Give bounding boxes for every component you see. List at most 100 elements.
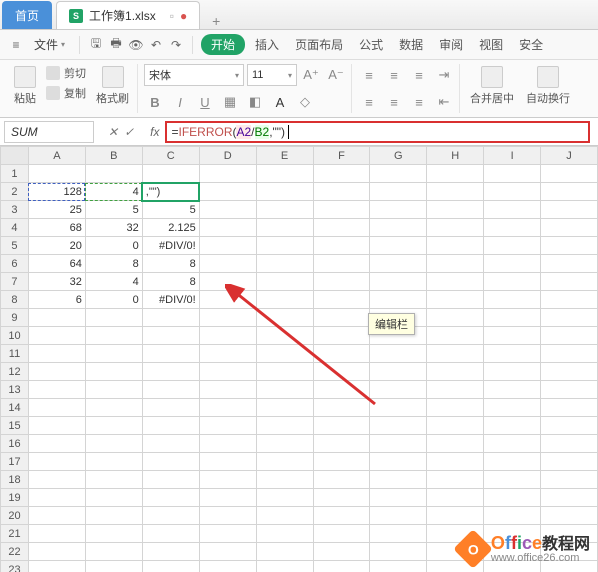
cell[interactable] (142, 345, 199, 363)
cell[interactable] (28, 471, 85, 489)
cell[interactable] (256, 201, 313, 219)
row-header[interactable]: 2 (1, 183, 29, 201)
cell[interactable] (541, 327, 598, 345)
cell[interactable] (256, 291, 313, 309)
cell[interactable] (28, 165, 85, 183)
cell[interactable] (85, 327, 142, 345)
cell[interactable]: 4 (85, 273, 142, 291)
cell[interactable] (313, 453, 370, 471)
row-header[interactable]: 8 (1, 291, 29, 309)
cell[interactable] (370, 471, 427, 489)
formula-input[interactable]: =IFERROR(A2/B2,"") (165, 121, 590, 143)
cell[interactable] (427, 453, 484, 471)
cell[interactable] (313, 381, 370, 399)
cell[interactable] (85, 561, 142, 572)
cell[interactable]: 20 (28, 237, 85, 255)
increase-font-button[interactable]: A⁺ (300, 64, 322, 86)
cell[interactable] (541, 273, 598, 291)
indent-button[interactable]: ⇥ (433, 64, 455, 86)
cell[interactable] (199, 165, 256, 183)
clear-format-button[interactable]: ◇ (294, 91, 316, 113)
row-header[interactable]: 23 (1, 561, 29, 572)
cell[interactable] (256, 165, 313, 183)
spreadsheet-grid[interactable]: ABCDEFGHIJ121284,"")32555468322.1255200#… (0, 146, 598, 572)
cell[interactable] (85, 165, 142, 183)
cell[interactable] (313, 417, 370, 435)
cell[interactable] (370, 435, 427, 453)
ribbon-tab-formula[interactable]: 公式 (353, 34, 389, 55)
column-header[interactable]: F (313, 147, 370, 165)
row-header[interactable]: 21 (1, 525, 29, 543)
cell[interactable] (370, 507, 427, 525)
cell[interactable] (85, 399, 142, 417)
cell[interactable] (427, 489, 484, 507)
border-button[interactable]: ▦ (219, 91, 241, 113)
cell[interactable] (541, 453, 598, 471)
cell[interactable] (370, 417, 427, 435)
cell[interactable] (541, 201, 598, 219)
cell[interactable] (370, 525, 427, 543)
cell[interactable] (28, 327, 85, 345)
cell[interactable] (256, 561, 313, 572)
cell[interactable] (427, 399, 484, 417)
row-header[interactable]: 12 (1, 363, 29, 381)
cell[interactable] (313, 489, 370, 507)
cell[interactable]: #DIV/0! (142, 291, 199, 309)
cell[interactable] (370, 255, 427, 273)
cell[interactable] (199, 381, 256, 399)
cell[interactable] (427, 237, 484, 255)
row-header[interactable]: 3 (1, 201, 29, 219)
tab-workbook[interactable]: S 工作簿1.xlsx ▫ ● (56, 1, 200, 29)
cell[interactable] (427, 309, 484, 327)
cell[interactable] (484, 399, 541, 417)
cell[interactable] (256, 543, 313, 561)
cell[interactable] (370, 237, 427, 255)
row-header[interactable]: 5 (1, 237, 29, 255)
cell[interactable] (427, 363, 484, 381)
cell[interactable] (256, 345, 313, 363)
cell[interactable] (484, 507, 541, 525)
cell[interactable] (427, 417, 484, 435)
cell[interactable] (541, 399, 598, 417)
cell[interactable] (85, 453, 142, 471)
cell[interactable] (142, 453, 199, 471)
row-header[interactable]: 14 (1, 399, 29, 417)
cell[interactable] (85, 525, 142, 543)
cell[interactable] (199, 219, 256, 237)
row-header[interactable]: 10 (1, 327, 29, 345)
align-middle-button[interactable]: ≡ (383, 64, 405, 86)
cell[interactable] (427, 165, 484, 183)
merge-center-button[interactable]: 合并居中 (466, 64, 518, 108)
cell[interactable] (541, 435, 598, 453)
cell[interactable] (256, 363, 313, 381)
cell[interactable] (256, 435, 313, 453)
cell[interactable]: 32 (85, 219, 142, 237)
cell[interactable] (484, 219, 541, 237)
cell[interactable] (28, 417, 85, 435)
cell[interactable]: 25 (28, 201, 85, 219)
row-header[interactable]: 17 (1, 453, 29, 471)
cell[interactable] (28, 363, 85, 381)
column-header[interactable]: D (199, 147, 256, 165)
fx-label[interactable]: fx (144, 125, 165, 139)
cell[interactable] (85, 363, 142, 381)
ribbon-tab-insert[interactable]: 插入 (249, 34, 285, 55)
cell[interactable]: 8 (142, 273, 199, 291)
cell[interactable] (85, 381, 142, 399)
cell[interactable] (199, 327, 256, 345)
cell[interactable] (484, 381, 541, 399)
copy-button[interactable]: 复制 (44, 84, 88, 102)
cell[interactable]: #DIV/0! (142, 237, 199, 255)
cell[interactable]: 5 (85, 201, 142, 219)
cell[interactable] (85, 543, 142, 561)
align-bottom-button[interactable]: ≡ (408, 64, 430, 86)
column-header[interactable]: G (370, 147, 427, 165)
cell[interactable] (484, 471, 541, 489)
row-header[interactable]: 1 (1, 165, 29, 183)
cell[interactable] (142, 381, 199, 399)
cell[interactable] (427, 327, 484, 345)
cell[interactable] (28, 399, 85, 417)
cell[interactable] (142, 435, 199, 453)
cell[interactable] (313, 201, 370, 219)
decrease-font-button[interactable]: A⁻ (325, 64, 347, 86)
